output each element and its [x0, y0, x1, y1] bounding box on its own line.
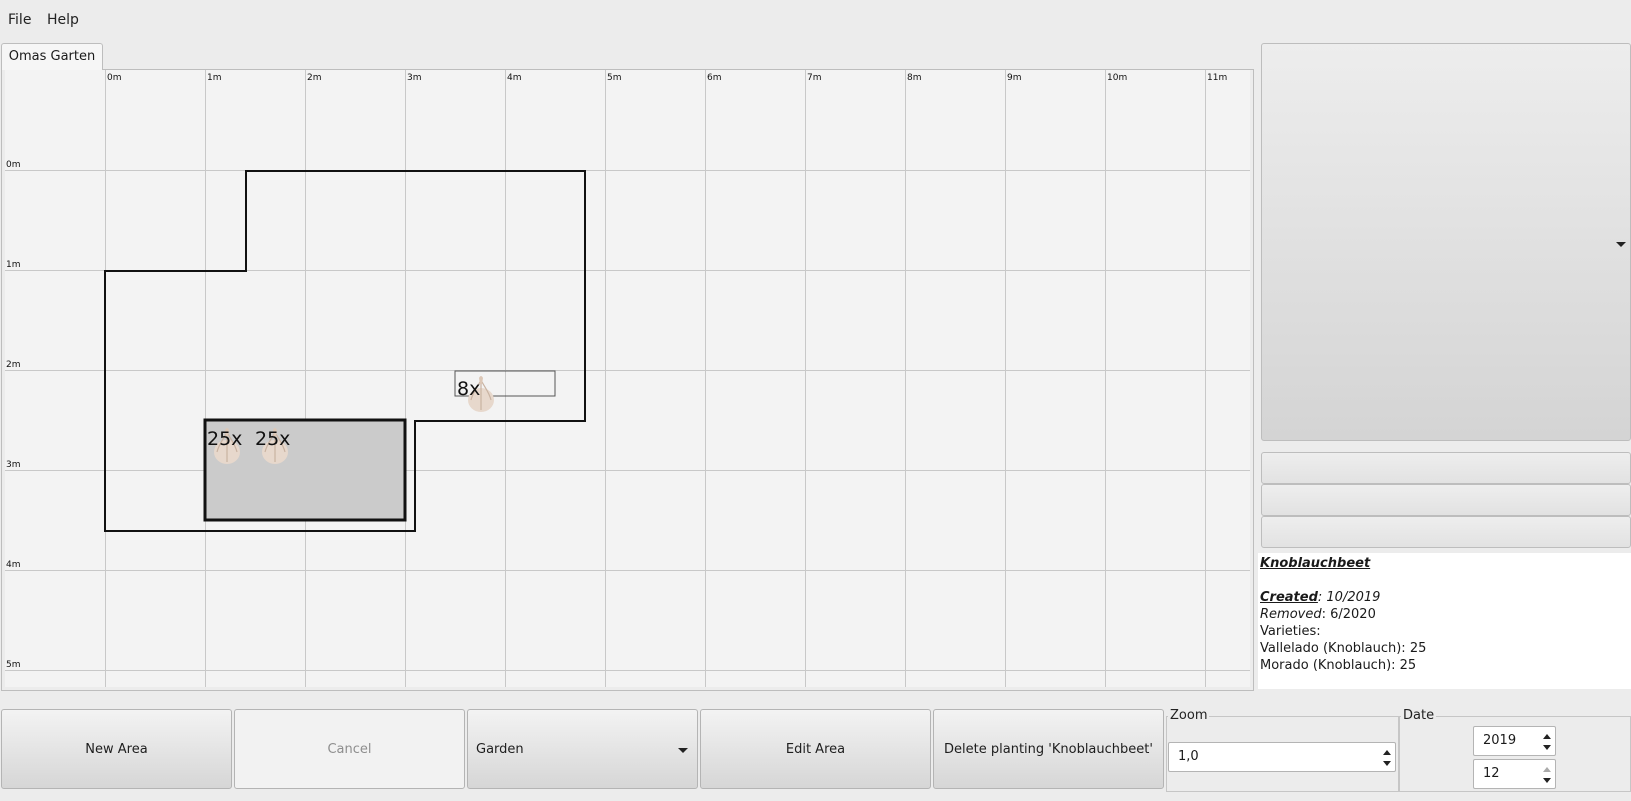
- cancel-button[interactable]: Cancel: [234, 709, 465, 789]
- garden-select[interactable]: Garden: [467, 709, 698, 789]
- planting-count: 25x: [255, 428, 291, 450]
- info-created: Created: 10/2019: [1260, 590, 1381, 605]
- chevron-down-icon: [1616, 242, 1626, 247]
- zoom-spinbox[interactable]: 1,0: [1168, 742, 1396, 772]
- menu-bar: File Help: [0, 0, 1631, 40]
- spin-up-icon[interactable]: [1543, 734, 1551, 739]
- edit-area-button[interactable]: Edit Area: [700, 709, 931, 789]
- garden-shapes: [104, 170, 586, 532]
- info-removed: Removed: 6/2020: [1260, 607, 1376, 622]
- empty-field-2[interactable]: [1261, 484, 1631, 516]
- created-label: Created: [1260, 590, 1318, 605]
- planting-count: 25x: [207, 428, 243, 450]
- empty-field-3[interactable]: [1261, 516, 1631, 548]
- year-value: 2019: [1483, 733, 1517, 748]
- new-area-button[interactable]: New Area: [1, 709, 232, 789]
- varieties-label: Varieties:: [1260, 624, 1321, 639]
- date-label: Date: [1401, 707, 1437, 724]
- zoom-label: Zoom: [1168, 707, 1210, 724]
- delete-planting-button[interactable]: Delete planting 'Knoblauchbeet': [933, 709, 1164, 789]
- menu-help[interactable]: Help: [47, 12, 79, 28]
- spin-down-icon[interactable]: [1543, 778, 1551, 783]
- zoom-value: 1,0: [1178, 749, 1199, 764]
- tab-omas-garten[interactable]: Omas Garten: [1, 43, 103, 70]
- spin-up-icon[interactable]: [1543, 767, 1551, 772]
- spin-down-icon[interactable]: [1543, 745, 1551, 750]
- info-title: Knoblauchbeet: [1260, 556, 1371, 571]
- empty-field-1[interactable]: [1261, 452, 1631, 484]
- created-value: 10/2019: [1326, 590, 1381, 605]
- chevron-down-icon: [678, 748, 688, 753]
- menu-file[interactable]: File: [8, 12, 31, 28]
- garden-select-label: Garden: [476, 742, 524, 757]
- month-spinbox[interactable]: 12: [1473, 759, 1556, 789]
- spin-down-icon[interactable]: [1383, 761, 1391, 766]
- planting-count: 8x: [457, 378, 481, 400]
- month-value: 12: [1483, 766, 1500, 781]
- variety-item: Morado (Knoblauch): 25: [1260, 658, 1417, 673]
- planting-combo[interactable]: [1261, 43, 1631, 441]
- removed-value: 6/2020: [1330, 607, 1376, 622]
- info-panel: Knoblauchbeet Created: 10/2019 Removed: …: [1258, 553, 1631, 689]
- garden-canvas[interactable]: 0m 1m 2m 3m 4m 5m 6m 7m 8m 9m 10m 11m 0m…: [5, 70, 1250, 687]
- removed-label: Removed: [1260, 607, 1322, 622]
- year-spinbox[interactable]: 2019: [1473, 726, 1556, 756]
- spin-up-icon[interactable]: [1383, 750, 1391, 755]
- variety-item: Vallelado (Knoblauch): 25: [1260, 641, 1427, 656]
